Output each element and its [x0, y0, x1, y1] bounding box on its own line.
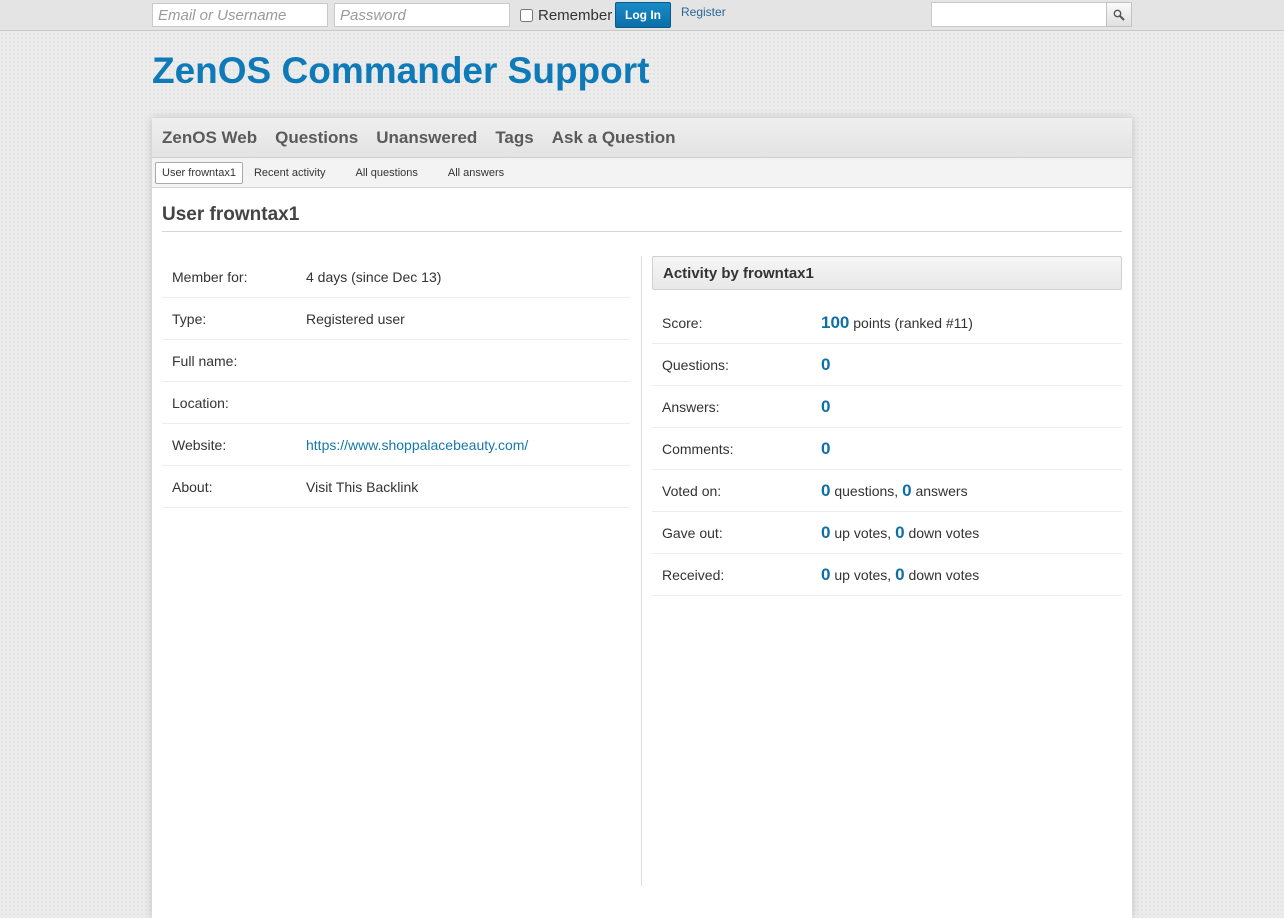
voted-answers-label: answers: [915, 482, 968, 499]
nav-questions[interactable]: Questions: [275, 128, 358, 148]
nav-unanswered[interactable]: Unanswered: [376, 128, 477, 148]
user-details-table: Member for: 4 days (since Dec 13) Type: …: [162, 256, 630, 508]
activity-row-gave-out: Gave out: 0 up votes, 0 down votes: [652, 511, 1122, 554]
activity-value: 0: [821, 427, 1122, 470]
detail-row-type: Type: Registered user: [162, 297, 630, 340]
comments-count: 0: [821, 438, 831, 458]
activity-row-score: Score: 100 points (ranked #11): [652, 302, 1122, 344]
detail-value: 4 days (since Dec 13): [306, 256, 630, 298]
questions-count: 0: [821, 354, 831, 374]
nav-ask-question[interactable]: Ask a Question: [552, 128, 676, 148]
voted-answers-count: 0: [902, 480, 912, 500]
activity-row-received: Received: 0 up votes, 0 down votes: [652, 553, 1122, 596]
activity-label: Voted on:: [652, 469, 821, 512]
activity-row-voted-on: Voted on: 0 questions, 0 answers: [652, 469, 1122, 512]
score-points: 100: [821, 312, 850, 332]
subnav-user[interactable]: User frowntax1: [155, 161, 243, 184]
login-button[interactable]: Log In: [615, 2, 671, 28]
detail-label: Website:: [162, 423, 306, 466]
received-down-count: 0: [895, 564, 905, 584]
activity-label: Score:: [652, 302, 821, 344]
activity-label: Questions:: [652, 343, 821, 386]
voted-questions-count: 0: [821, 480, 831, 500]
activity-label: Comments:: [652, 427, 821, 470]
login-bar: Remember Log In Register: [0, 0, 1284, 31]
site-title[interactable]: ZenOS Commander Support: [152, 50, 649, 92]
activity-heading: Activity by frowntax1: [652, 256, 1122, 290]
gave-up-count: 0: [821, 522, 831, 542]
detail-row-member-for: Member for: 4 days (since Dec 13): [162, 256, 630, 298]
search-input[interactable]: [931, 2, 1107, 27]
activity-row-comments: Comments: 0: [652, 427, 1122, 470]
password-input[interactable]: [334, 3, 510, 27]
detail-value: Registered user: [306, 297, 630, 340]
detail-label: Location:: [162, 381, 306, 424]
register-link[interactable]: Register: [681, 5, 726, 19]
answers-count: 0: [821, 396, 831, 416]
received-up-count: 0: [821, 564, 831, 584]
subnav-recent-activity[interactable]: Recent activity: [248, 163, 332, 183]
remember-label: Remember: [538, 7, 613, 24]
detail-row-about: About: Visit This Backlink: [162, 465, 630, 508]
activity-section: Activity by frowntax1 Score: 100 points …: [652, 256, 1122, 596]
gave-down-count: 0: [895, 522, 905, 542]
detail-value: [306, 339, 630, 382]
received-down-label: down votes: [908, 566, 980, 583]
activity-table: Score: 100 points (ranked #11) Questions…: [652, 302, 1122, 596]
activity-row-questions: Questions: 0: [652, 343, 1122, 386]
activity-value: 0 up votes, 0 down votes: [821, 511, 1122, 554]
remember-checkbox[interactable]: [520, 9, 533, 22]
activity-value: 0: [821, 385, 1122, 428]
activity-value: 0 up votes, 0 down votes: [821, 553, 1122, 596]
detail-label: About:: [162, 465, 306, 508]
remember-option[interactable]: Remember: [520, 7, 612, 24]
email-username-input[interactable]: [152, 3, 328, 27]
detail-value: Visit This Backlink: [306, 465, 630, 508]
detail-row-full-name: Full name:: [162, 339, 630, 382]
detail-value: [306, 381, 630, 424]
detail-label: Full name:: [162, 339, 306, 382]
column-divider: [641, 256, 642, 886]
activity-row-answers: Answers: 0: [652, 385, 1122, 428]
search-button[interactable]: [1106, 2, 1132, 27]
page-title: User frowntax1: [162, 204, 1122, 232]
voted-questions-label: questions,: [834, 482, 899, 499]
user-details: Member for: 4 days (since Dec 13) Type: …: [162, 256, 630, 508]
received-up-label: up votes,: [834, 566, 892, 583]
detail-label: Type:: [162, 297, 306, 340]
detail-row-location: Location:: [162, 381, 630, 424]
main-nav: ZenOS Web Questions Unanswered Tags Ask …: [152, 118, 1132, 158]
detail-row-website: Website: https://www.shoppalacebeauty.co…: [162, 423, 630, 466]
search-icon: [1113, 9, 1125, 21]
detail-value: https://www.shoppalacebeauty.com/: [306, 423, 630, 466]
website-link[interactable]: https://www.shoppalacebeauty.com/: [306, 437, 528, 453]
score-suffix: points (ranked #11): [853, 314, 973, 331]
subnav-all-answers[interactable]: All answers: [442, 163, 510, 183]
subnav-all-questions[interactable]: All questions: [350, 163, 424, 183]
gave-down-label: down votes: [908, 524, 980, 541]
detail-label: Member for:: [162, 256, 306, 298]
activity-label: Gave out:: [652, 511, 821, 554]
activity-label: Received:: [652, 553, 821, 596]
main-panel: ZenOS Web Questions Unanswered Tags Ask …: [152, 118, 1132, 918]
gave-up-label: up votes,: [834, 524, 892, 541]
activity-label: Answers:: [652, 385, 821, 428]
activity-value: 0: [821, 343, 1122, 386]
activity-value: 100 points (ranked #11): [821, 302, 1122, 344]
nav-tags[interactable]: Tags: [495, 128, 533, 148]
activity-value: 0 questions, 0 answers: [821, 469, 1122, 512]
nav-zenos-web[interactable]: ZenOS Web: [162, 128, 257, 148]
sub-nav: User frowntax1 Recent activity All quest…: [152, 158, 1132, 188]
